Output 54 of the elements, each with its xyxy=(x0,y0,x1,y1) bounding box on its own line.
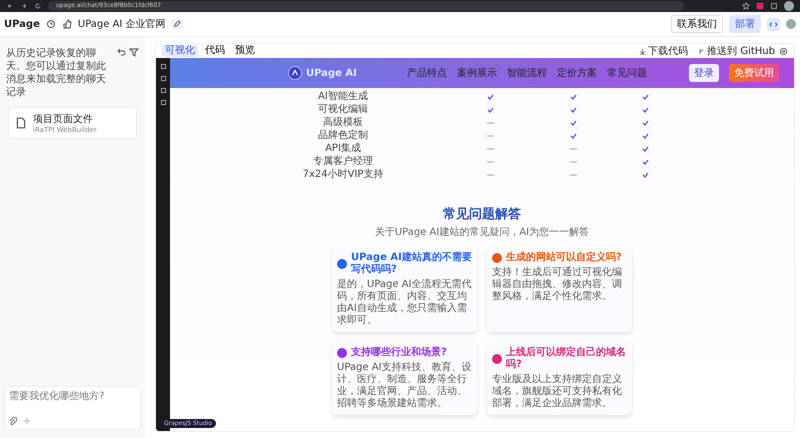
extension-icon[interactable] xyxy=(756,2,764,10)
undo-icon[interactable] xyxy=(116,47,126,57)
toolbar-link[interactable]: 下载代码 xyxy=(648,44,688,58)
profile-avatar[interactable] xyxy=(784,1,794,11)
feature-name: 高级模板 xyxy=(323,116,363,129)
nav-link[interactable]: 产品特点 xyxy=(406,66,447,80)
thumb-icon[interactable] xyxy=(62,19,72,29)
file-icon[interactable] xyxy=(15,117,27,129)
feature-name: 专属客户经理 xyxy=(313,155,373,168)
preview-tab[interactable]: 预览 xyxy=(232,45,258,57)
site-logo[interactable]: UPage AI xyxy=(306,68,357,78)
faq-question: 支持哪些行业和场景? xyxy=(351,347,447,359)
faq-title: 常见问题解答 xyxy=(442,206,522,223)
feature-name: API集成 xyxy=(325,142,361,155)
login-button[interactable]: 登录 xyxy=(688,64,719,82)
edit-icon[interactable] xyxy=(172,20,181,28)
faq-answer: UPage AI支持科技、教育、设计、医疗、制造、服务等全行业，满足官网、产品、活动、招聘等多场景建站需求。 xyxy=(337,362,472,410)
faq-answer: 是的，UPage AI全流程无需代码，所有页面、内容、交互均由AI自动生成，您只需输入需求即可。 xyxy=(337,279,472,327)
reload-icon[interactable] xyxy=(34,2,42,10)
nav-link[interactable]: 常见问题 xyxy=(606,66,647,80)
faq-subtitle: 关于UPage AI建站的常见疑问，AI为您一一解答 xyxy=(374,226,590,239)
app-logo: UPage xyxy=(4,18,40,30)
site-logo-icon xyxy=(288,66,302,80)
trial-button[interactable]: 免费试用 xyxy=(728,64,779,82)
faq-answer: 专业版及以上支持绑定自定义域名，旗舰版还可支持私有化部署，满足企业品牌需求。 xyxy=(492,374,623,410)
nav-link[interactable]: 定价方案 xyxy=(556,66,597,80)
history-icon[interactable] xyxy=(46,19,56,29)
artifact-title: 项目页面文件 xyxy=(33,112,94,126)
back-icon[interactable] xyxy=(6,2,14,10)
settings-icon[interactable] xyxy=(779,46,788,56)
faq-question: 生成的网站可以自定义吗? xyxy=(506,252,622,264)
project-title: UPage AI 企业官网 xyxy=(78,18,166,31)
nav-link[interactable]: 智能流程 xyxy=(506,66,547,80)
feature-name: 品牌色定制 xyxy=(318,129,368,142)
preview-tab[interactable]: 可视化 xyxy=(162,45,198,57)
attach-icon[interactable] xyxy=(9,417,17,425)
code-icon[interactable] xyxy=(769,20,778,28)
toolbar-link[interactable]: 推送到 GitHub xyxy=(707,44,775,58)
feature-name: 7x24小时VIP支持 xyxy=(302,168,384,181)
faq-question: UPage AI建站真的不需要写代码吗? xyxy=(351,252,472,276)
deploy-button[interactable]: 部署 xyxy=(729,15,761,33)
filter-icon[interactable] xyxy=(129,47,139,57)
chat-message: 从历史记录恢复的聊天。您可以通过复制此消息来加载完整的聊天记录 xyxy=(6,47,107,99)
contact-button[interactable]: 联系我们 xyxy=(671,15,723,33)
star-icon[interactable] xyxy=(742,2,750,10)
faq-question: 上线后可以绑定自己的域名吗? xyxy=(506,347,627,371)
preview-tab[interactable]: 代码 xyxy=(202,45,228,57)
download-icon[interactable] xyxy=(639,48,646,54)
feature-name: 可视化编辑 xyxy=(318,103,368,116)
faq-answer: 支持！生成后可通过可视化编辑器自由拖拽、修改内容、调整风格，满足个性化需求。 xyxy=(492,267,623,303)
nav-link[interactable]: 案例展示 xyxy=(456,66,497,80)
branch-icon[interactable] xyxy=(698,48,706,54)
forward-icon[interactable] xyxy=(20,2,28,10)
feature-name: AI智能生成 xyxy=(318,90,368,103)
